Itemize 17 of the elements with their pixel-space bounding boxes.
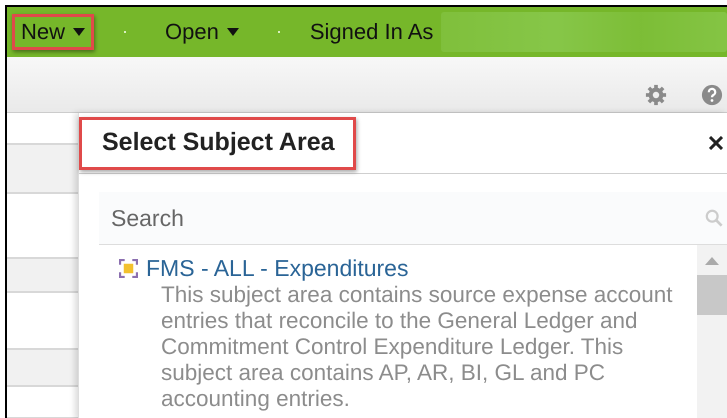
- dialog-title: Select Subject Area: [79, 116, 356, 170]
- signed-in-label: Signed In As: [310, 19, 434, 45]
- scrollbar[interactable]: [697, 245, 727, 418]
- help-icon[interactable]: [701, 84, 723, 106]
- menu-button[interactable]: Open: [156, 14, 248, 50]
- settings-icon[interactable]: [645, 84, 667, 106]
- caret-icon: [73, 28, 86, 36]
- scroll-up-icon[interactable]: [705, 257, 719, 265]
- caret-icon: [226, 28, 239, 36]
- subject-area-description: This subject area contains source expense account entries that reconcile to the General Ledger and Commitment Control Expenditure Ledger. This subject area contains AP, AR, BI, GL and PC accounting entries.: [161, 282, 674, 412]
- scroll-thumb[interactable]: [697, 275, 727, 315]
- search-field[interactable]: Search: [99, 192, 727, 245]
- menu-button[interactable]: New: [12, 14, 94, 50]
- search-icon[interactable]: [705, 209, 723, 227]
- subject-area-link[interactable]: FMS - ALL - Expenditures: [146, 255, 408, 282]
- close-icon[interactable]: [709, 136, 723, 150]
- subject-area-icon: [119, 259, 138, 278]
